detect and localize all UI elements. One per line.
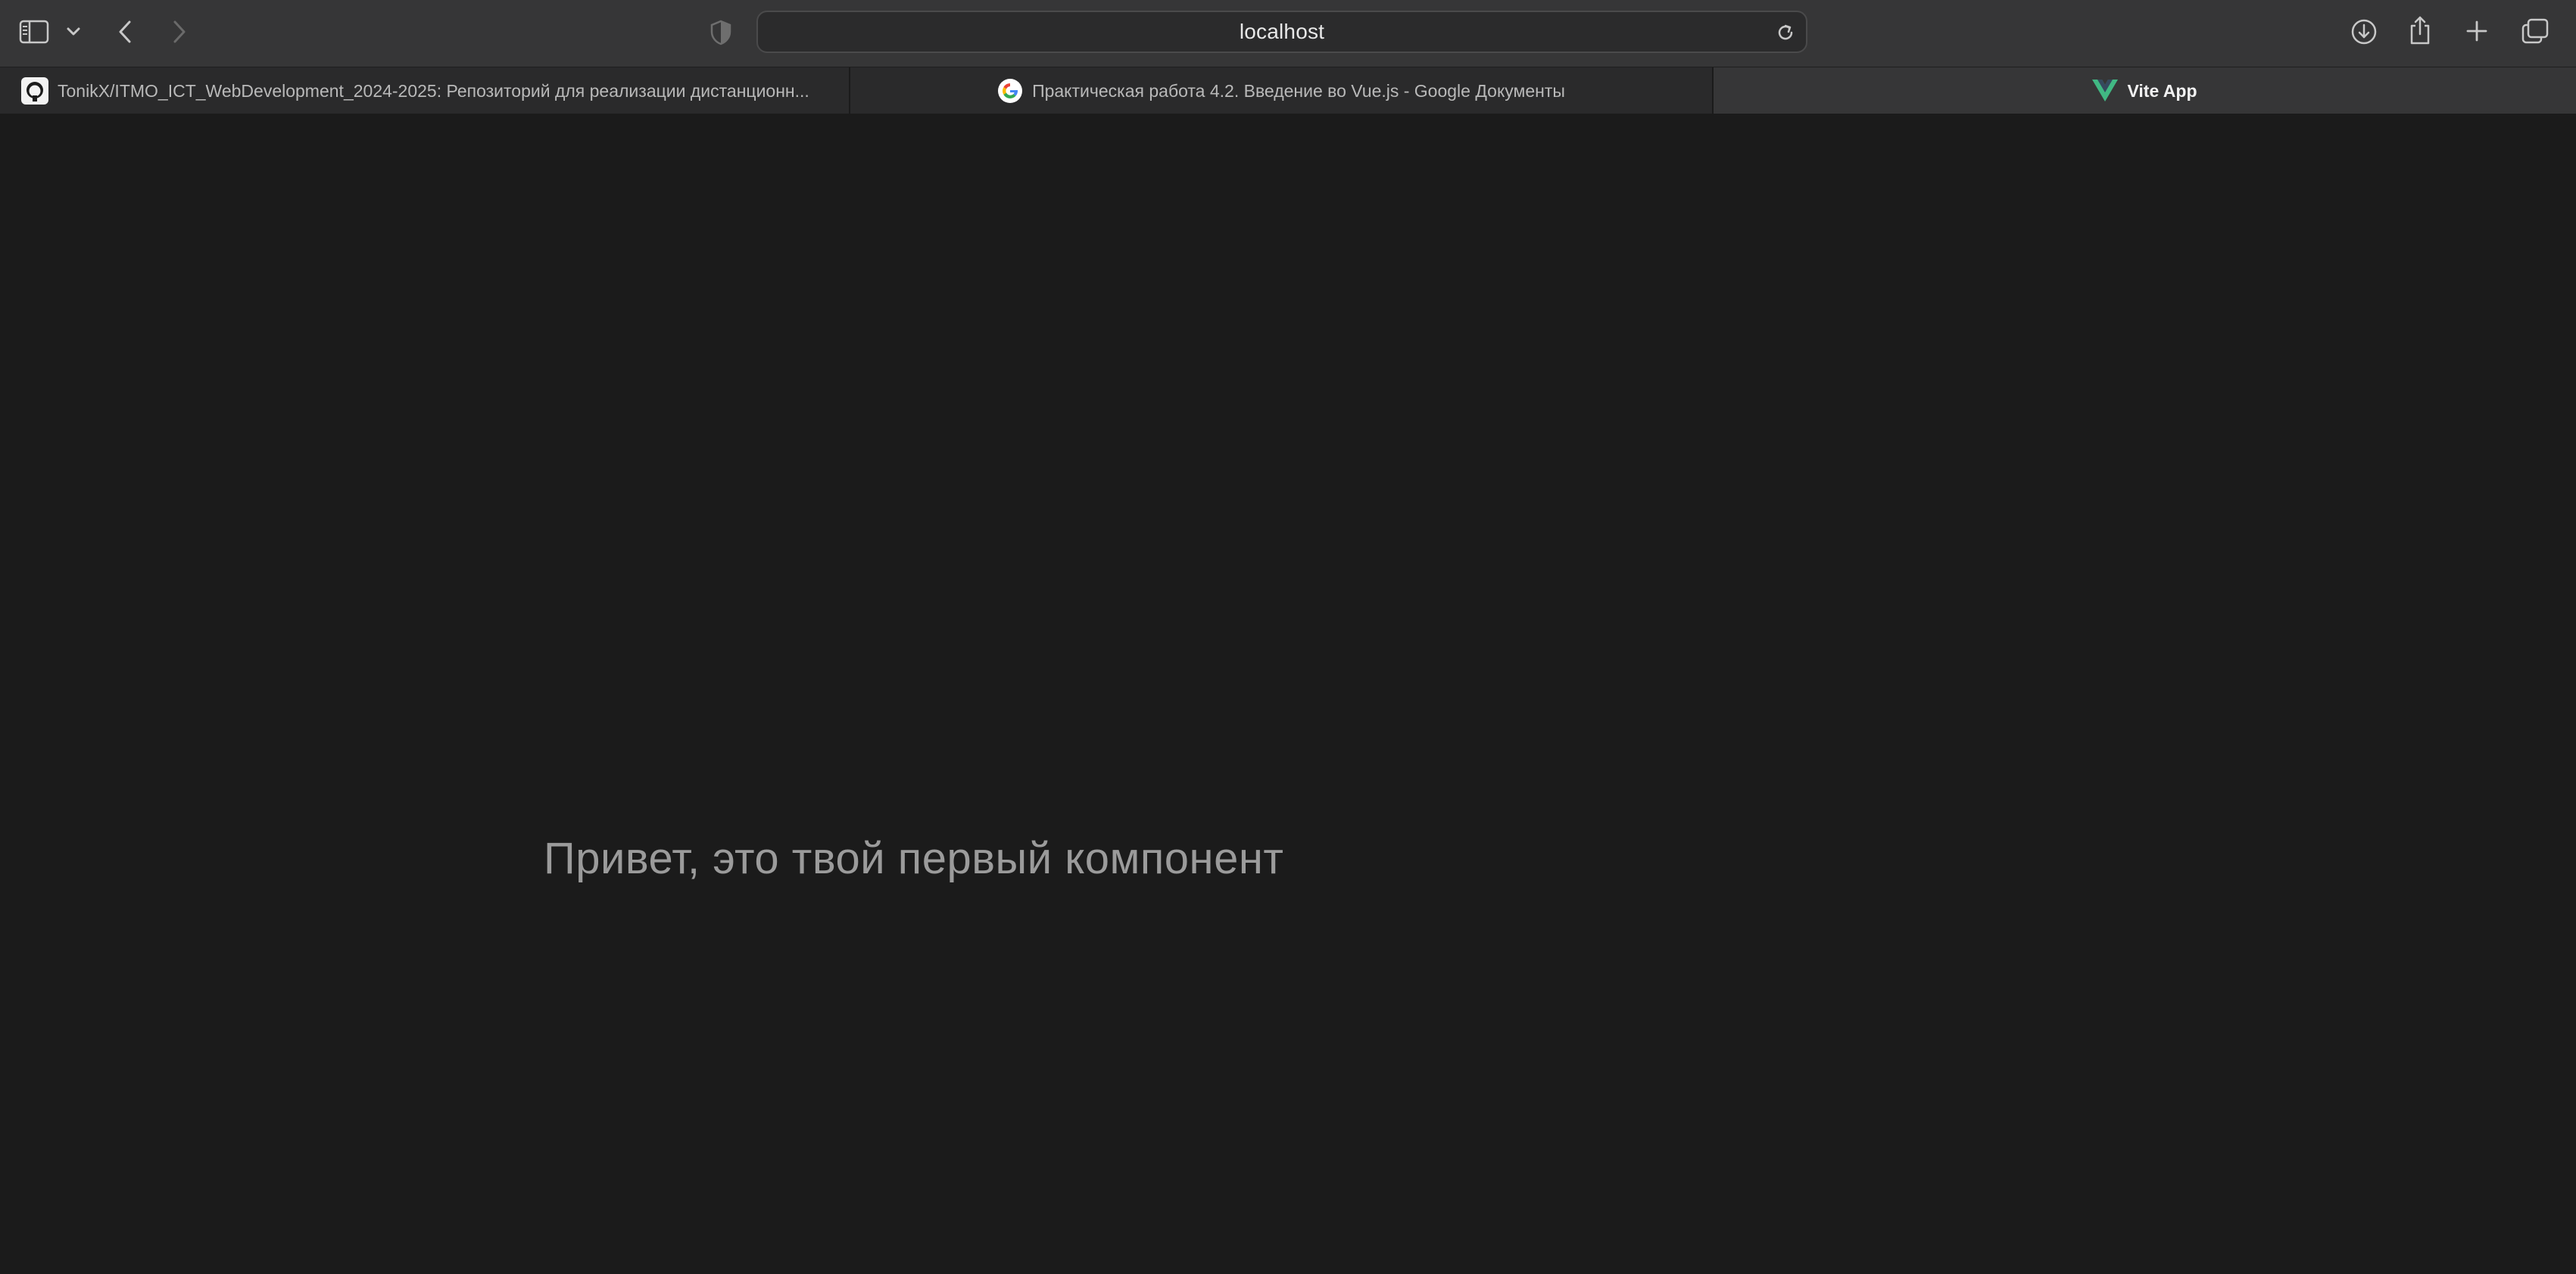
tab-title: Практическая работа 4.2. Введение во Vue…: [1032, 80, 1565, 101]
chevron-right-icon: [173, 20, 186, 43]
download-icon: [2351, 19, 2377, 45]
chevron-left-icon: [119, 20, 131, 43]
sidebar-icon: [19, 20, 49, 44]
page-viewport: Привет, это твой первый компонент: [0, 114, 2576, 1274]
tab-overview-button[interactable]: [2520, 17, 2550, 45]
tab-groups-dropdown-button[interactable]: [64, 21, 83, 42]
tab-bar: TonikX/ITMO_ICT_WebDevelopment_2024-2025…: [0, 67, 2576, 114]
back-button[interactable]: [114, 17, 136, 47]
privacy-report-button[interactable]: [709, 18, 733, 47]
downloads-button[interactable]: [2349, 17, 2379, 47]
github-icon: [21, 77, 48, 105]
share-icon: [2410, 16, 2430, 45]
greeting-text: Привет, это твой первый компонент: [544, 834, 1284, 883]
tab-vite-app[interactable]: Vite App: [1714, 67, 2576, 114]
address-text: localhost: [1239, 20, 1325, 43]
tab-google-docs[interactable]: Практическая работа 4.2. Введение во Vue…: [850, 67, 1714, 114]
reload-icon: [1778, 24, 1793, 40]
tab-title: Vite App: [2127, 80, 2197, 101]
reload-button[interactable]: [1773, 20, 1798, 45]
shield-icon: [710, 20, 731, 45]
browser-toolbar: localhost: [0, 0, 2576, 67]
sidebar-toggle-button[interactable]: [17, 17, 51, 47]
tab-github-repo[interactable]: TonikX/ITMO_ICT_WebDevelopment_2024-2025…: [0, 67, 850, 114]
plus-icon: [2466, 20, 2487, 42]
chevron-down-icon: [67, 27, 80, 36]
new-tab-button[interactable]: [2464, 18, 2490, 44]
tab-title: TonikX/ITMO_ICT_WebDevelopment_2024-2025…: [58, 80, 809, 101]
google-icon: [997, 78, 1023, 104]
share-button[interactable]: [2406, 14, 2434, 47]
vue-icon: [2092, 80, 2119, 102]
tab-overview-icon: [2521, 18, 2549, 44]
forward-button[interactable]: [168, 17, 191, 47]
address-bar[interactable]: localhost: [756, 11, 1807, 53]
